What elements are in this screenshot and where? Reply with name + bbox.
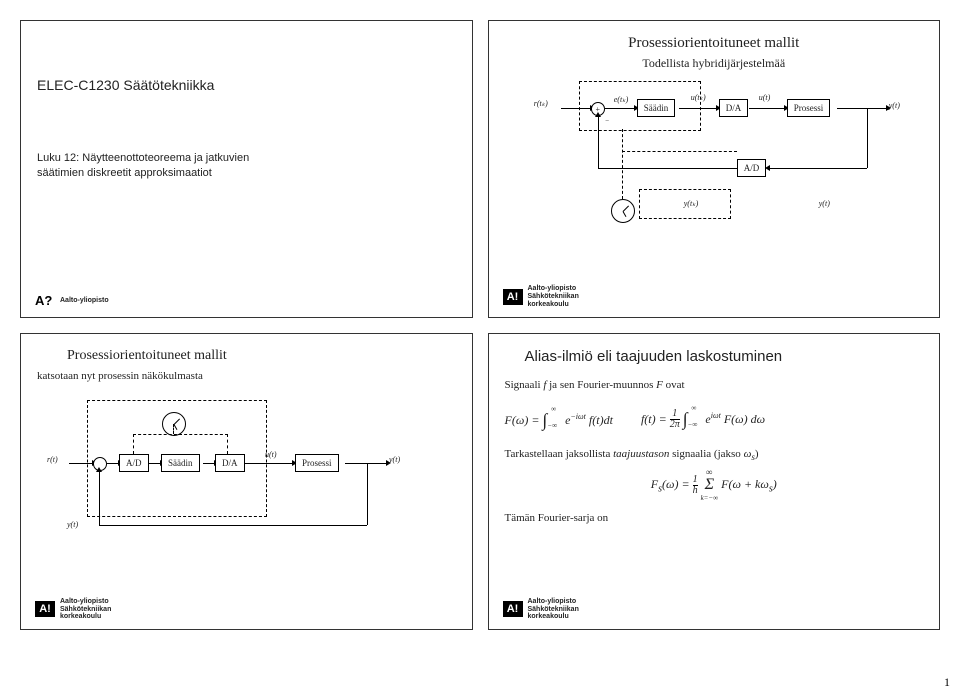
clock-icon [611, 199, 635, 223]
slide2-subtitle: Todellista hybridijärjestelmää [505, 56, 924, 71]
label-yt-fb: y(t) [819, 199, 830, 208]
slide-3: Prosessiorientoituneet mallit katsotaan … [20, 333, 473, 631]
label-r: r(t) [47, 455, 58, 464]
block-process: Prosessi [295, 454, 339, 472]
course-desc: Luku 12: Näytteenottoteoreema ja jatkuvi… [37, 151, 456, 182]
course-code: ELEC-C1230 Säätötekniikka [37, 75, 456, 96]
block-ad: A/D [737, 159, 767, 177]
eq-sampled-spectrum: Fs(ω) = 1h ∞Σk=−∞ F(ω + kωs) [505, 468, 924, 502]
block-da: D/A [215, 454, 245, 472]
label-yt: y(t) [889, 101, 900, 110]
aalto-logo-icon: A! [503, 289, 523, 305]
aalto-logo-icon: A! [35, 601, 55, 617]
periodic-note: Tarkastellaan jaksollista taajuustason s… [505, 448, 924, 462]
block-da: D/A [719, 99, 749, 117]
slide2-title: Prosessiorientoituneet mallit [505, 35, 924, 52]
label-yt-fb: y(t) [67, 520, 78, 529]
slide3-title: Prosessiorientoituneet mallit [67, 348, 456, 364]
clock-icon [162, 412, 186, 436]
label-e: e(tₖ) [614, 95, 629, 104]
dashed-discrete-fb [639, 189, 731, 219]
fourier-pair: F(ω) = ∫−∞∞ e−iωt f(t)dt f(t) = 12π ∫−∞∞… [505, 397, 924, 441]
label-ut: u(t) [265, 450, 277, 459]
hybrid-system-diagram: r(tₖ) + − e(tₖ) Säädin u(tₖ) D/A u(t) Pr… [519, 81, 909, 251]
slide3-footer: A! Aalto-yliopisto Sähkötekniikan korkea… [35, 598, 111, 621]
label-r: r(tₖ) [534, 99, 548, 108]
aalto-logo-question: A? [35, 293, 55, 309]
slide3-subtitle: katsotaan nyt prosessin näkökulmasta [37, 370, 456, 382]
label-yt: y(t) [389, 455, 400, 464]
block-ad: A/D [119, 454, 149, 472]
block-controller: Säädin [637, 99, 676, 117]
block-controller: Säädin [161, 454, 200, 472]
eq-forward-fourier: F(ω) = ∫−∞∞ e−iωt f(t)dt [505, 408, 613, 429]
slide4-title: Alias-ilmiö eli taajuuden laskostuminen [525, 348, 924, 365]
eq-inverse-fourier: f(t) = 12π ∫−∞∞ eiωt F(ω) dω [641, 407, 765, 431]
process-view-diagram: r(t) A/D Säädin D/A u(t) Prosessi y(t) [47, 400, 407, 550]
label-utk: u(tₖ) [691, 93, 706, 102]
footer-university: Aalto-yliopisto [60, 297, 109, 305]
label-ut: u(t) [759, 93, 771, 102]
slide-1: ELEC-C1230 Säätötekniikka Luku 12: Näytt… [20, 20, 473, 318]
slide-2: Prosessiorientoituneet mallit Todellista… [488, 20, 941, 318]
page-number: 1 [944, 675, 950, 690]
slide2-footer: A! Aalto-yliopisto Sähkötekniikan korkea… [503, 285, 579, 308]
slide-footer: A? Aalto-yliopisto [35, 293, 109, 309]
fourier-intro: Signaali f ja sen Fourier-muunnos F ovat [505, 379, 924, 391]
aalto-logo-icon: A! [503, 601, 523, 617]
slide4-footer: A! Aalto-yliopisto Sähkötekniikan korkea… [503, 598, 579, 621]
slide-4: Alias-ilmiö eli taajuuden laskostuminen … [488, 333, 941, 631]
fourier-series-note: Tämän Fourier-sarja on [505, 512, 924, 524]
block-process: Prosessi [787, 99, 831, 117]
